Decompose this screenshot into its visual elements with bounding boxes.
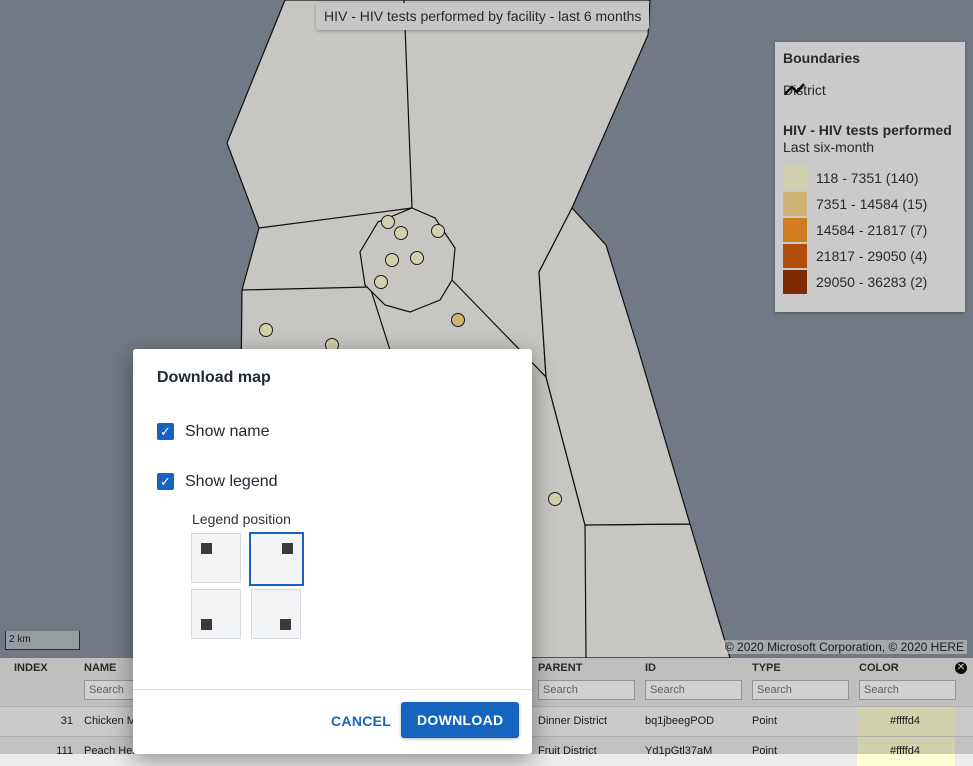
legend-position-label: Legend position [192, 511, 291, 527]
show-legend-checkbox[interactable]: ✓ [157, 473, 174, 490]
legend-position-top-left[interactable] [191, 533, 241, 583]
dialog-title: Download map [157, 369, 271, 386]
show-legend-label[interactable]: Show legend [185, 473, 278, 491]
position-marker-icon [282, 543, 293, 554]
show-name-label[interactable]: Show name [185, 423, 270, 441]
download-button[interactable]: DOWNLOAD [401, 702, 520, 738]
legend-position-top-right[interactable] [249, 532, 304, 586]
position-marker-icon [201, 619, 212, 630]
dialog-divider [133, 689, 532, 690]
cancel-button[interactable]: CANCEL [323, 703, 399, 739]
position-marker-icon [280, 619, 291, 630]
legend-position-bottom-left[interactable] [191, 589, 241, 639]
show-name-checkbox[interactable]: ✓ [157, 423, 174, 440]
legend-position-bottom-right[interactable] [251, 589, 301, 639]
download-map-dialog: Download map ✓ Show name ✓ Show legend L… [133, 349, 532, 754]
position-marker-icon [201, 543, 212, 554]
